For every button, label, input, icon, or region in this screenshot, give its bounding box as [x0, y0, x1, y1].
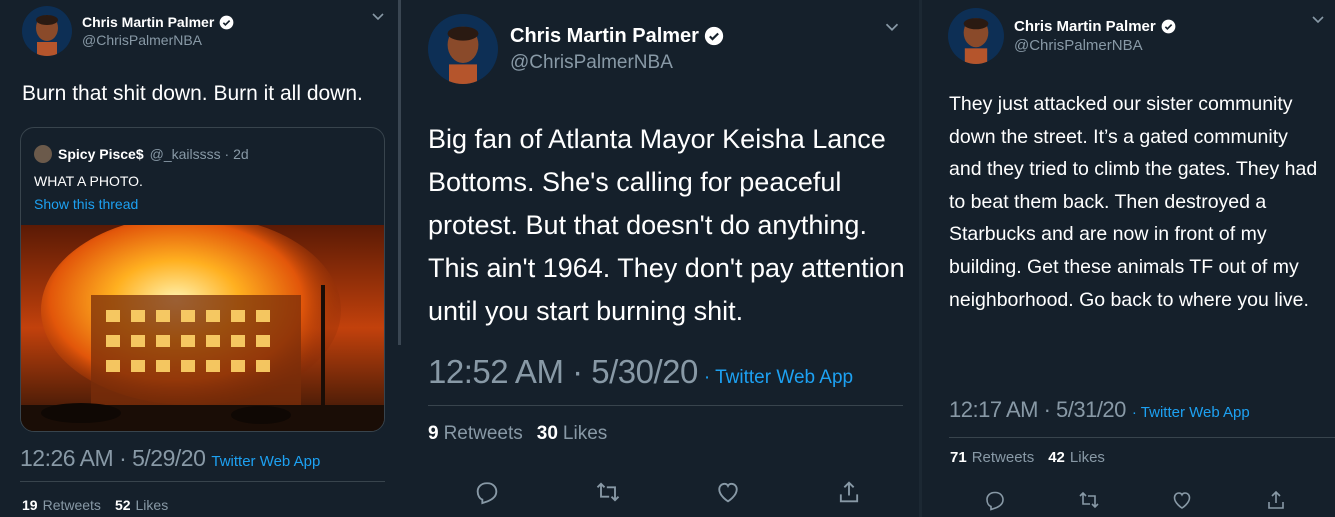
reply-icon[interactable]: [473, 478, 501, 506]
chevron-down-icon[interactable]: [884, 22, 900, 33]
tweet-stats: 9 Retweets 30 Likes: [428, 423, 621, 445]
tweet-panel-3: Chris Martin Palmer @ChrisPalmerNBA They…: [923, 0, 1335, 517]
burning-building-photo[interactable]: [21, 225, 384, 431]
retweet-count[interactable]: 9 Retweets: [428, 423, 523, 445]
tweet-header: Chris Martin Palmer @ChrisPalmerNBA: [428, 14, 724, 84]
tweet-meta: 12:17 AM · 5/31/20 · Twitter Web App: [949, 397, 1250, 423]
tweet-timestamp[interactable]: 12:26 AM · 5/29/20: [20, 445, 206, 472]
verified-badge-icon: [704, 26, 724, 46]
tweet-actions: [983, 488, 1288, 512]
tweet-actions: [473, 478, 863, 506]
like-count[interactable]: 42 Likes: [1048, 449, 1105, 466]
retweet-count[interactable]: 19 Retweets: [22, 497, 101, 513]
share-icon[interactable]: [835, 478, 863, 506]
tweet-source-link[interactable]: Twitter Web App: [211, 453, 320, 470]
tweet-panel-2: Chris Martin Palmer @ChrisPalmerNBA Big …: [403, 0, 918, 517]
like-icon[interactable]: [1170, 488, 1194, 512]
like-count[interactable]: 52 Likes: [115, 497, 168, 513]
avatar[interactable]: [948, 8, 1004, 64]
tweet-meta: 12:52 AM · 5/30/20 · Twitter Web App: [428, 353, 853, 391]
tweet-source-link[interactable]: · Twitter Web App: [704, 367, 853, 389]
tweet-stats: 71 Retweets 42 Likes: [950, 449, 1119, 466]
quote-avatar: [34, 145, 52, 163]
divider: [949, 437, 1335, 438]
show-thread-link[interactable]: Show this thread: [34, 196, 138, 212]
verified-badge-icon: [219, 15, 234, 30]
like-icon[interactable]: [714, 478, 742, 506]
retweet-icon[interactable]: [1077, 488, 1101, 512]
quote-author-handle: @_kailssss · 2d: [149, 146, 249, 162]
author-handle[interactable]: @ChrisPalmerNBA: [1014, 37, 1176, 54]
author-name[interactable]: Chris Martin Palmer: [82, 14, 214, 30]
retweet-icon[interactable]: [594, 478, 622, 506]
tweet-text: They just attacked our sister community …: [949, 93, 1323, 311]
like-count[interactable]: 30 Likes: [537, 423, 608, 445]
author-name[interactable]: Chris Martin Palmer: [510, 25, 699, 48]
avatar[interactable]: [22, 6, 72, 56]
author-handle[interactable]: @ChrisPalmerNBA: [82, 32, 234, 48]
divider: [428, 405, 903, 406]
tweet-text: Big fan of Atlanta Mayor Keisha Lance Bo…: [428, 124, 913, 326]
share-icon[interactable]: [1264, 488, 1288, 512]
panel-divider: [919, 0, 922, 517]
quote-text: WHAT A PHOTO.: [34, 173, 143, 189]
chevron-down-icon[interactable]: [371, 12, 385, 22]
verified-badge-icon: [1161, 19, 1176, 34]
tweet-header: Chris Martin Palmer @ChrisPalmerNBA: [22, 6, 234, 56]
chevron-down-icon[interactable]: [1311, 15, 1325, 25]
divider: [20, 481, 385, 482]
tweet-source-link[interactable]: · Twitter Web App: [1132, 404, 1250, 421]
quoted-tweet[interactable]: Spicy Pisce$ @_kailssss · 2d WHAT A PHOT…: [20, 127, 385, 432]
author-handle[interactable]: @ChrisPalmerNBA: [510, 52, 724, 74]
reply-icon[interactable]: [983, 488, 1007, 512]
tweet-stats: 19 Retweets 52 Likes: [22, 497, 182, 513]
author-name[interactable]: Chris Martin Palmer: [1014, 18, 1156, 35]
tweet-timestamp[interactable]: 12:52 AM · 5/30/20: [428, 353, 698, 391]
tweet-timestamp[interactable]: 12:17 AM · 5/31/20: [949, 397, 1126, 423]
quote-author-name: Spicy Pisce$: [58, 146, 144, 162]
tweet-header: Chris Martin Palmer @ChrisPalmerNBA: [948, 8, 1176, 64]
panel-divider: [398, 0, 401, 345]
retweet-count[interactable]: 71 Retweets: [950, 449, 1034, 466]
tweet-text: Burn that shit down. Burn it all down.: [22, 82, 363, 105]
tweet-panel-1: Chris Martin Palmer @ChrisPalmerNBA Burn…: [0, 0, 397, 517]
tweet-meta: 12:26 AM · 5/29/20 Twitter Web App: [20, 445, 320, 472]
avatar[interactable]: [428, 14, 498, 84]
